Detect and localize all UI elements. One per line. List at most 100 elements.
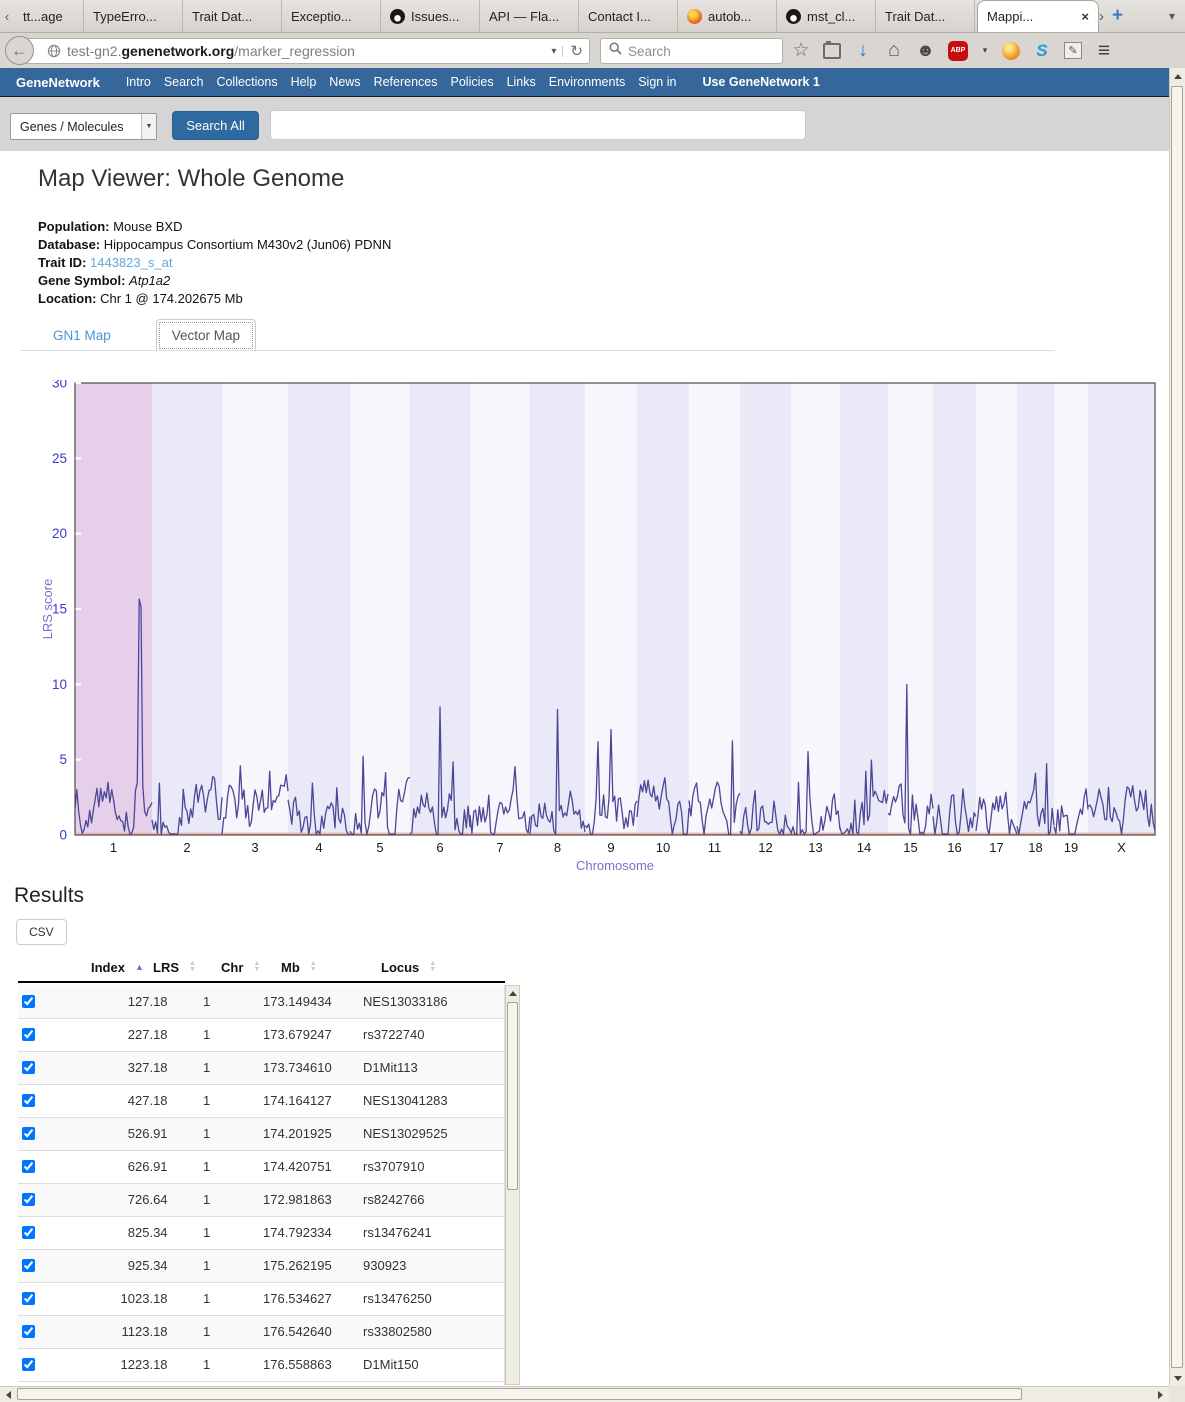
nav-item-references[interactable]: References bbox=[374, 75, 438, 89]
svg-text:6: 6 bbox=[436, 840, 443, 855]
nav-item-search[interactable]: Search bbox=[164, 75, 204, 89]
globe-icon bbox=[47, 44, 61, 58]
page-scroll-up-button[interactable] bbox=[1170, 68, 1185, 84]
cell-index: 8 bbox=[73, 1216, 135, 1249]
row-checkbox[interactable] bbox=[22, 995, 35, 1008]
svg-text:2: 2 bbox=[183, 840, 190, 855]
browser-tab[interactable]: Contact I... bbox=[579, 0, 678, 32]
table-scroll-up-button[interactable] bbox=[506, 986, 519, 1001]
clipboard-icon[interactable] bbox=[823, 43, 841, 59]
row-checkbox[interactable] bbox=[22, 1127, 35, 1140]
cell-chr: 1 bbox=[203, 1315, 263, 1348]
nav-item-help[interactable]: Help bbox=[291, 75, 317, 89]
column-header-mb[interactable]: Mb▲▼ bbox=[263, 960, 363, 975]
browser-tab[interactable]: Trait Dat... bbox=[876, 0, 975, 32]
nav-items: Intro Search Collections Help News References… bbox=[126, 75, 677, 89]
row-checkbox[interactable] bbox=[22, 1292, 35, 1305]
browser-tab[interactable]: autob... bbox=[678, 0, 777, 32]
row-checkbox[interactable] bbox=[22, 1226, 35, 1239]
page-horizontal-scrollbar[interactable] bbox=[0, 1386, 1169, 1402]
download-icon[interactable]: ↓ bbox=[854, 39, 872, 62]
column-header-locus[interactable]: Locus▲▼ bbox=[363, 960, 505, 975]
column-header-lrs[interactable]: LRS▲▼ bbox=[135, 960, 203, 975]
column-header-chr[interactable]: Chr▲▼ bbox=[203, 960, 263, 975]
nav-item-environments[interactable]: Environments bbox=[549, 75, 625, 89]
row-checkbox[interactable] bbox=[22, 1094, 35, 1107]
url-dropdown-icon[interactable]: ▾ bbox=[545, 46, 563, 57]
tab-vector-map[interactable]: Vector Map bbox=[156, 319, 256, 352]
nav-item-links[interactable]: Links bbox=[507, 75, 536, 89]
row-checkbox[interactable] bbox=[22, 1160, 35, 1173]
browser-tab[interactable]: tt...age bbox=[14, 0, 84, 32]
use-genenetwork1-link[interactable]: Use GeneNetwork 1 bbox=[702, 75, 819, 89]
row-checkbox[interactable] bbox=[22, 1358, 35, 1371]
search-icon bbox=[609, 42, 622, 60]
column-header-index[interactable]: Index▲ bbox=[73, 960, 135, 975]
tab-gn1-map[interactable]: GN1 Map bbox=[38, 320, 126, 351]
cell-mb: 176.534627 bbox=[263, 1282, 363, 1315]
cell-locus: 930923 bbox=[363, 1249, 505, 1282]
csv-export-button[interactable]: CSV bbox=[16, 919, 67, 945]
browser-search-box[interactable]: Search bbox=[600, 38, 783, 64]
site-search-input[interactable] bbox=[270, 110, 806, 140]
search-category-select[interactable]: Genes / Molecules ▼ bbox=[10, 113, 157, 140]
browser-tab[interactable]: TypeErro... bbox=[84, 0, 183, 32]
chevron-down-icon[interactable]: ▼ bbox=[141, 114, 156, 139]
tab-label: Trait Dat... bbox=[192, 9, 252, 24]
site-brand[interactable]: GeneNetwork bbox=[16, 75, 100, 90]
scrapbook-edit-icon[interactable]: ✎ bbox=[1064, 42, 1082, 59]
tab-label: API — Fla... bbox=[489, 9, 559, 24]
feedback-smiley-icon[interactable]: ☻ bbox=[916, 40, 935, 61]
nav-item-intro[interactable]: Intro bbox=[126, 75, 151, 89]
home-icon[interactable]: ⌂ bbox=[885, 39, 903, 62]
row-checkbox[interactable] bbox=[22, 1259, 35, 1272]
nav-item-sign-in[interactable]: Sign in bbox=[638, 75, 676, 89]
browser-tab[interactable]: Issues... bbox=[381, 0, 480, 32]
svg-text:3: 3 bbox=[251, 840, 258, 855]
tab-list-caret-icon[interactable]: ▾ bbox=[1169, 0, 1185, 32]
browser-tab[interactable]: Exceptio... bbox=[282, 0, 381, 32]
row-checkbox[interactable] bbox=[22, 1193, 35, 1206]
search-placeholder: Search bbox=[628, 44, 671, 59]
trait-id-link[interactable]: 1443823_s_at bbox=[90, 255, 172, 270]
page-vertical-scrollbar-thumb[interactable] bbox=[1171, 86, 1183, 1368]
nav-item-policies[interactable]: Policies bbox=[451, 75, 494, 89]
bookmark-star-icon[interactable]: ☆ bbox=[792, 39, 810, 62]
browser-tab[interactable]: Trait Dat... bbox=[183, 0, 282, 32]
tab-label: mst_cl... bbox=[807, 9, 855, 24]
search-all-button[interactable]: Search All bbox=[172, 111, 259, 140]
page-scroll-down-button[interactable] bbox=[1170, 1370, 1185, 1386]
page-horizontal-scrollbar-thumb[interactable] bbox=[17, 1388, 1022, 1400]
skype-icon[interactable]: S bbox=[1033, 41, 1051, 61]
page-vertical-scrollbar[interactable] bbox=[1169, 68, 1185, 1386]
page-scroll-left-button[interactable] bbox=[0, 1387, 16, 1402]
back-button[interactable]: ← bbox=[5, 36, 34, 65]
row-checkbox[interactable] bbox=[22, 1325, 35, 1338]
menu-icon[interactable]: ≡ bbox=[1095, 39, 1113, 63]
reload-icon[interactable]: ↻ bbox=[563, 42, 583, 60]
tab-scroll-left-icon[interactable]: ‹ bbox=[0, 0, 14, 32]
page-scroll-right-button[interactable] bbox=[1152, 1387, 1168, 1402]
cell-lrs: 23.18 bbox=[135, 1348, 203, 1381]
adblock-plus-icon[interactable]: ABP bbox=[948, 41, 968, 61]
adblock-caret-icon[interactable]: ▾ bbox=[981, 45, 989, 56]
nav-item-collections[interactable]: Collections bbox=[216, 75, 277, 89]
addon-orange-icon[interactable] bbox=[1002, 42, 1020, 60]
browser-tab-active[interactable]: Mappi...× bbox=[977, 0, 1099, 32]
svg-text:X: X bbox=[1117, 840, 1126, 855]
table-scrollbar-thumb[interactable] bbox=[507, 1002, 518, 1190]
svg-text:10: 10 bbox=[656, 840, 670, 855]
tab-label: Exceptio... bbox=[291, 9, 352, 24]
browser-tab[interactable]: API — Fla... bbox=[480, 0, 579, 32]
nav-item-news[interactable]: News bbox=[329, 75, 360, 89]
url-bar[interactable]: test-gn2.genenetwork.org/marker_regressi… bbox=[24, 38, 590, 64]
svg-text:7: 7 bbox=[496, 840, 503, 855]
browser-tab[interactable]: mst_cl... bbox=[777, 0, 876, 32]
row-checkbox[interactable] bbox=[22, 1028, 35, 1041]
cell-chr: 1 bbox=[203, 1216, 263, 1249]
row-checkbox[interactable] bbox=[22, 1061, 35, 1074]
close-tab-icon[interactable]: × bbox=[1081, 9, 1089, 24]
new-tab-button[interactable]: + bbox=[1104, 0, 1131, 32]
addon-favicon-icon bbox=[687, 9, 702, 24]
table-scrollbar[interactable] bbox=[505, 985, 520, 1385]
